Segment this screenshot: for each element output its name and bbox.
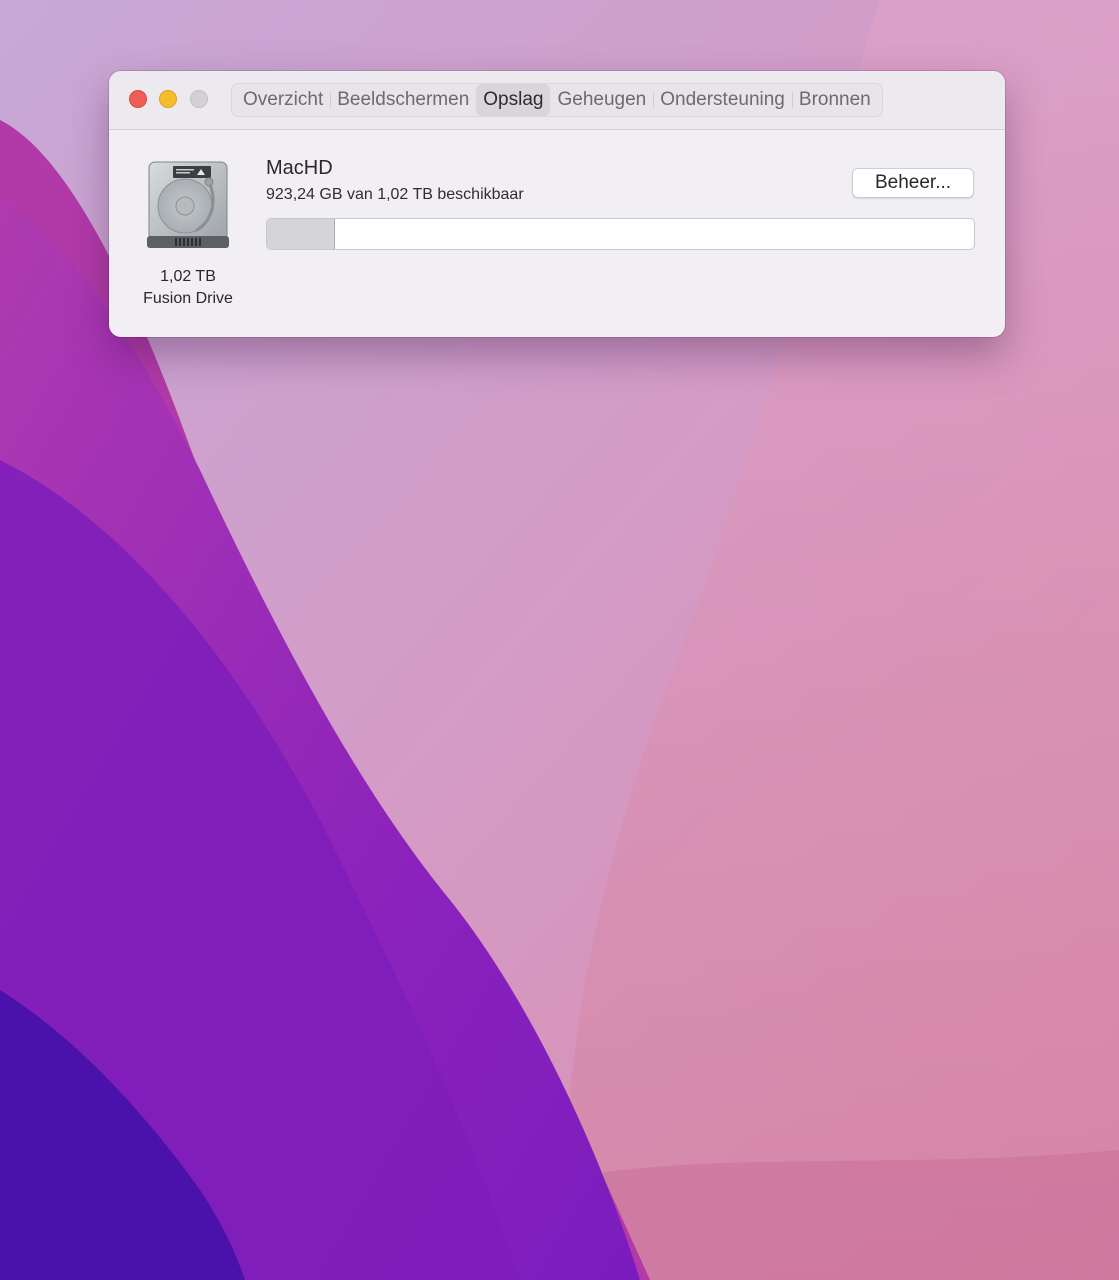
tab-ondersteuning[interactable]: Ondersteuning bbox=[653, 84, 792, 116]
storage-used-fill bbox=[267, 219, 336, 249]
window-titlebar: Overzicht Beeldschermen Opslag Geheugen … bbox=[109, 71, 1005, 130]
close-window-button[interactable] bbox=[129, 90, 147, 108]
zoom-window-button[interactable] bbox=[190, 90, 208, 108]
tab-beeldschermen[interactable]: Beeldschermen bbox=[330, 84, 476, 116]
volume-name: MacHD bbox=[266, 157, 333, 179]
volume-availability: 923,24 GB van 1,02 TB beschikbaar bbox=[266, 186, 524, 203]
tab-geheugen[interactable]: Geheugen bbox=[550, 84, 653, 116]
tab-bronnen[interactable]: Bronnen bbox=[791, 84, 878, 116]
tab-opslag[interactable]: Opslag bbox=[476, 84, 551, 116]
drive-capacity: 1,02 TB bbox=[160, 268, 216, 285]
tab-bar: Overzicht Beeldschermen Opslag Geheugen … bbox=[231, 83, 883, 117]
tab-overzicht[interactable]: Overzicht bbox=[236, 84, 330, 116]
drive-type: Fusion Drive bbox=[143, 290, 233, 307]
drive-caption: 1,02 TB Fusion Drive bbox=[123, 266, 253, 310]
storage-panel: 1,02 TB Fusion Drive MacHD 923,24 GB van… bbox=[109, 130, 1005, 337]
storage-usage-bar bbox=[266, 218, 975, 250]
manage-button[interactable]: Beheer... bbox=[852, 168, 974, 198]
minimize-window-button[interactable] bbox=[159, 90, 177, 108]
system-info-window: Overzicht Beeldschermen Opslag Geheugen … bbox=[109, 71, 1005, 337]
hard-drive-icon bbox=[147, 161, 229, 248]
